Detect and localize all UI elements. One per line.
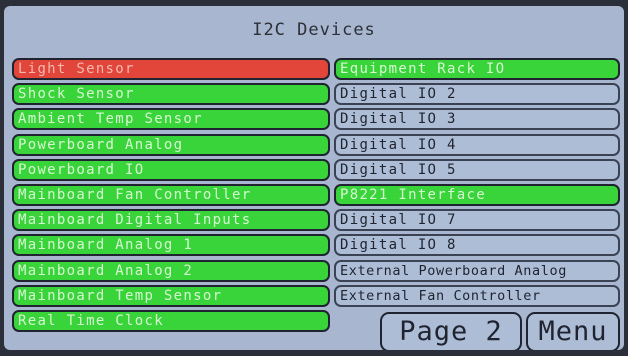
device-item-equipment-rack-io[interactable]: Equipment Rack IO: [334, 58, 620, 80]
menu-button[interactable]: Menu: [526, 312, 620, 350]
device-item-digital-io-5[interactable]: Digital IO 5: [334, 158, 620, 181]
device-item-light-sensor[interactable]: Light Sensor: [12, 58, 330, 80]
device-item-mainboard-analog-1[interactable]: Mainboard Analog 1: [12, 234, 330, 257]
page-button[interactable]: Page 2: [380, 312, 522, 350]
device-item-real-time-clock[interactable]: Real Time Clock: [12, 309, 330, 332]
page-title: I2C Devices: [252, 20, 376, 40]
device-item-mainboard-temp-sensor[interactable]: Mainboard Temp Sensor: [12, 284, 330, 307]
device-list-right: Equipment Rack IO Digital IO 2 Digital I…: [334, 58, 620, 310]
device-item-p8221-interface[interactable]: P8221 Interface: [334, 183, 620, 206]
device-item-digital-io-8[interactable]: Digital IO 8: [334, 234, 620, 257]
device-item-powerboard-analog[interactable]: Powerboard Analog: [12, 133, 330, 156]
device-item-digital-io-4[interactable]: Digital IO 4: [334, 133, 620, 156]
device-item-external-fan-controller[interactable]: External Fan Controller: [334, 284, 620, 307]
device-item-external-powerboard-analog[interactable]: External Powerboard Analog: [334, 259, 620, 282]
device-item-mainboard-digital-inputs[interactable]: Mainboard Digital Inputs: [12, 209, 330, 232]
device-item-digital-io-2[interactable]: Digital IO 2: [334, 83, 620, 106]
i2c-devices-screen: I2C Devices Light Sensor Shock Sensor Am…: [4, 6, 624, 350]
device-item-ambient-temp-sensor[interactable]: Ambient Temp Sensor: [12, 108, 330, 131]
device-item-powerboard-io[interactable]: Powerboard IO: [12, 158, 330, 181]
device-list-left: Light Sensor Shock Sensor Ambient Temp S…: [12, 58, 330, 335]
device-item-digital-io-7[interactable]: Digital IO 7: [334, 209, 620, 232]
device-item-digital-io-3[interactable]: Digital IO 3: [334, 108, 620, 131]
device-item-shock-sensor[interactable]: Shock Sensor: [12, 83, 330, 106]
device-item-mainboard-analog-2[interactable]: Mainboard Analog 2: [12, 259, 330, 282]
device-item-mainboard-fan-controller[interactable]: Mainboard Fan Controller: [12, 183, 330, 206]
